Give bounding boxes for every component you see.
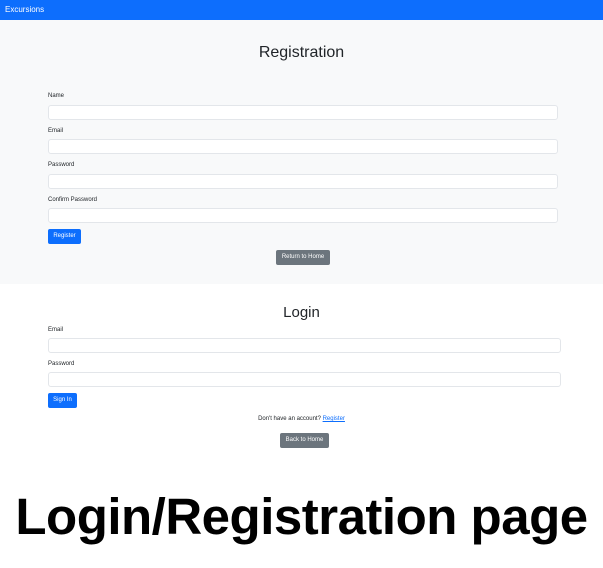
login-password-label: Password xyxy=(48,361,75,367)
confirm-password-input[interactable] xyxy=(48,208,558,223)
login-title: Login xyxy=(283,304,320,321)
login-password-input[interactable] xyxy=(48,372,561,387)
return-to-home-button[interactable]: Return to Home xyxy=(276,250,330,265)
email-input[interactable] xyxy=(48,139,558,154)
signup-prompt: Don't have an account? Register xyxy=(0,416,603,422)
confirm-password-label: Confirm Password xyxy=(48,197,98,203)
registration-title: Registration xyxy=(258,44,345,61)
navbar: Excursions xyxy=(0,0,603,20)
sign-in-button[interactable]: Sign In xyxy=(48,393,77,408)
login-email-label: Email xyxy=(48,327,64,333)
name-label: Name xyxy=(48,93,65,99)
register-link[interactable]: Register xyxy=(323,416,345,422)
name-input[interactable] xyxy=(48,105,558,120)
navbar-brand[interactable]: Excursions xyxy=(5,5,44,14)
page-caption: Login/Registration page xyxy=(15,488,588,545)
no-account-text: Don't have an account? xyxy=(258,416,321,422)
password-label: Password xyxy=(48,162,75,168)
back-to-home-button[interactable]: Back to Home xyxy=(280,433,329,448)
login-email-input[interactable] xyxy=(48,338,561,353)
password-input[interactable] xyxy=(48,174,558,189)
email-label: Email xyxy=(48,128,64,134)
register-button[interactable]: Register xyxy=(48,229,81,244)
